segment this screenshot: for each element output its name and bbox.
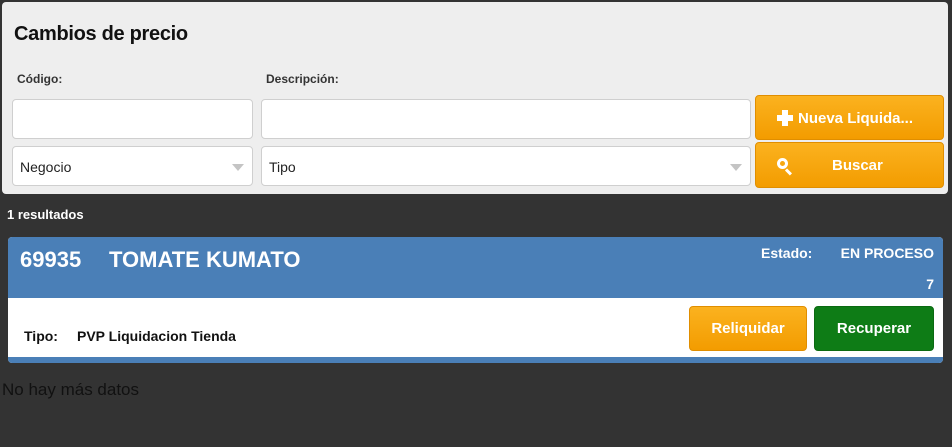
no-more-data-text: No hay más datos xyxy=(2,380,140,399)
reliquidar-button[interactable]: Reliquidar xyxy=(689,306,807,351)
search-button[interactable]: Buscar xyxy=(755,142,944,188)
result-number: 7 xyxy=(926,276,934,292)
tipo-label: Tipo: xyxy=(24,328,58,344)
description-label: Descripción: xyxy=(266,72,339,86)
search-panel: Cambios de precio Código: Descripción: N… xyxy=(2,2,948,194)
recuperar-button[interactable]: Recuperar xyxy=(814,306,934,351)
negocio-select-value: Negocio xyxy=(20,159,72,175)
result-code: 69935 xyxy=(20,247,82,272)
description-input[interactable] xyxy=(261,99,751,139)
result-card: 69935 TOMATE KUMATO Estado: EN PROCESO 7… xyxy=(8,237,943,363)
result-card-header: 69935 TOMATE KUMATO Estado: EN PROCESO 7 xyxy=(8,237,943,298)
estado-label: Estado: xyxy=(761,245,813,261)
new-liquidation-label: Nueva Liquida... xyxy=(798,110,914,127)
tipo-select[interactable]: Tipo xyxy=(261,146,751,186)
results-count: 1 resultados xyxy=(7,207,84,222)
plus-icon xyxy=(777,110,793,126)
chevron-down-icon xyxy=(730,164,742,171)
chevron-down-icon xyxy=(232,164,244,171)
estado-value: EN PROCESO xyxy=(840,245,934,261)
negocio-select[interactable]: Negocio xyxy=(12,146,253,186)
new-liquidation-button[interactable]: Nueva Liquida... xyxy=(755,95,944,140)
result-card-footer-bar xyxy=(8,357,943,363)
page-title: Cambios de precio xyxy=(14,23,188,45)
search-icon xyxy=(777,158,793,176)
code-label: Código: xyxy=(17,72,63,86)
code-input[interactable] xyxy=(12,99,253,139)
search-button-label: Buscar xyxy=(832,157,883,174)
result-name: TOMATE KUMATO xyxy=(109,247,301,272)
tipo-value: PVP Liquidacion Tienda xyxy=(77,328,236,344)
tipo-select-value: Tipo xyxy=(269,159,296,175)
